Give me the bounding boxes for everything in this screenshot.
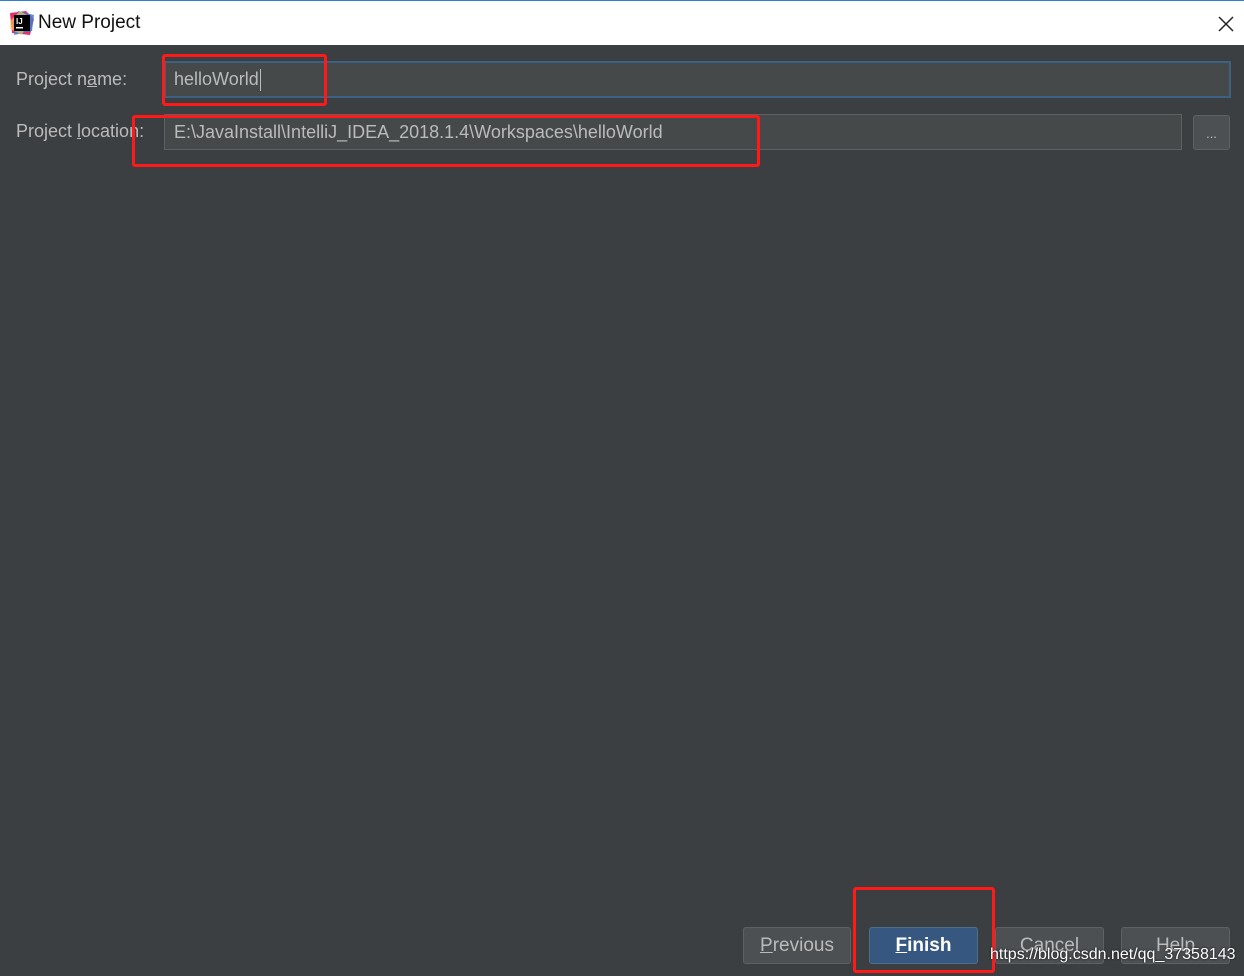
mnemonic: a [87,69,98,89]
label-text: ocation: [81,121,145,141]
window-title: New Project [38,12,141,33]
project-name-value: helloWorld [174,69,259,89]
label-text: Project [16,121,78,141]
project-location-value: E:\JavaInstall\IntelliJ_IDEA_2018.1.4\Wo… [174,122,663,142]
watermark: https://blog.csdn.net/qq_37358143 [990,946,1236,963]
close-icon [1218,16,1234,32]
close-button[interactable] [1208,6,1244,42]
title-bar: IJ New Project [0,0,1244,45]
project-name-input[interactable]: helloWorld [164,61,1231,98]
finish-button[interactable]: Finish [869,927,978,964]
project-location-input[interactable]: E:\JavaInstall\IntelliJ_IDEA_2018.1.4\Wo… [164,114,1182,150]
project-name-label: Project name: [16,67,127,91]
previous-button[interactable]: Previous [743,927,851,964]
browse-button[interactable]: ... [1193,115,1230,150]
button-label: revious [772,935,834,956]
svg-text:IJ: IJ [16,17,23,26]
mnemonic: F [895,935,908,956]
mnemonic: P [760,935,773,956]
button-label: inish [907,935,952,956]
intellij-idea-icon: IJ [10,11,34,35]
dialog-content [0,45,1244,976]
text-caret [259,69,261,92]
project-location-label: Project location: [16,119,144,143]
label-text: Project n [16,69,88,89]
label-text: me: [97,69,128,89]
